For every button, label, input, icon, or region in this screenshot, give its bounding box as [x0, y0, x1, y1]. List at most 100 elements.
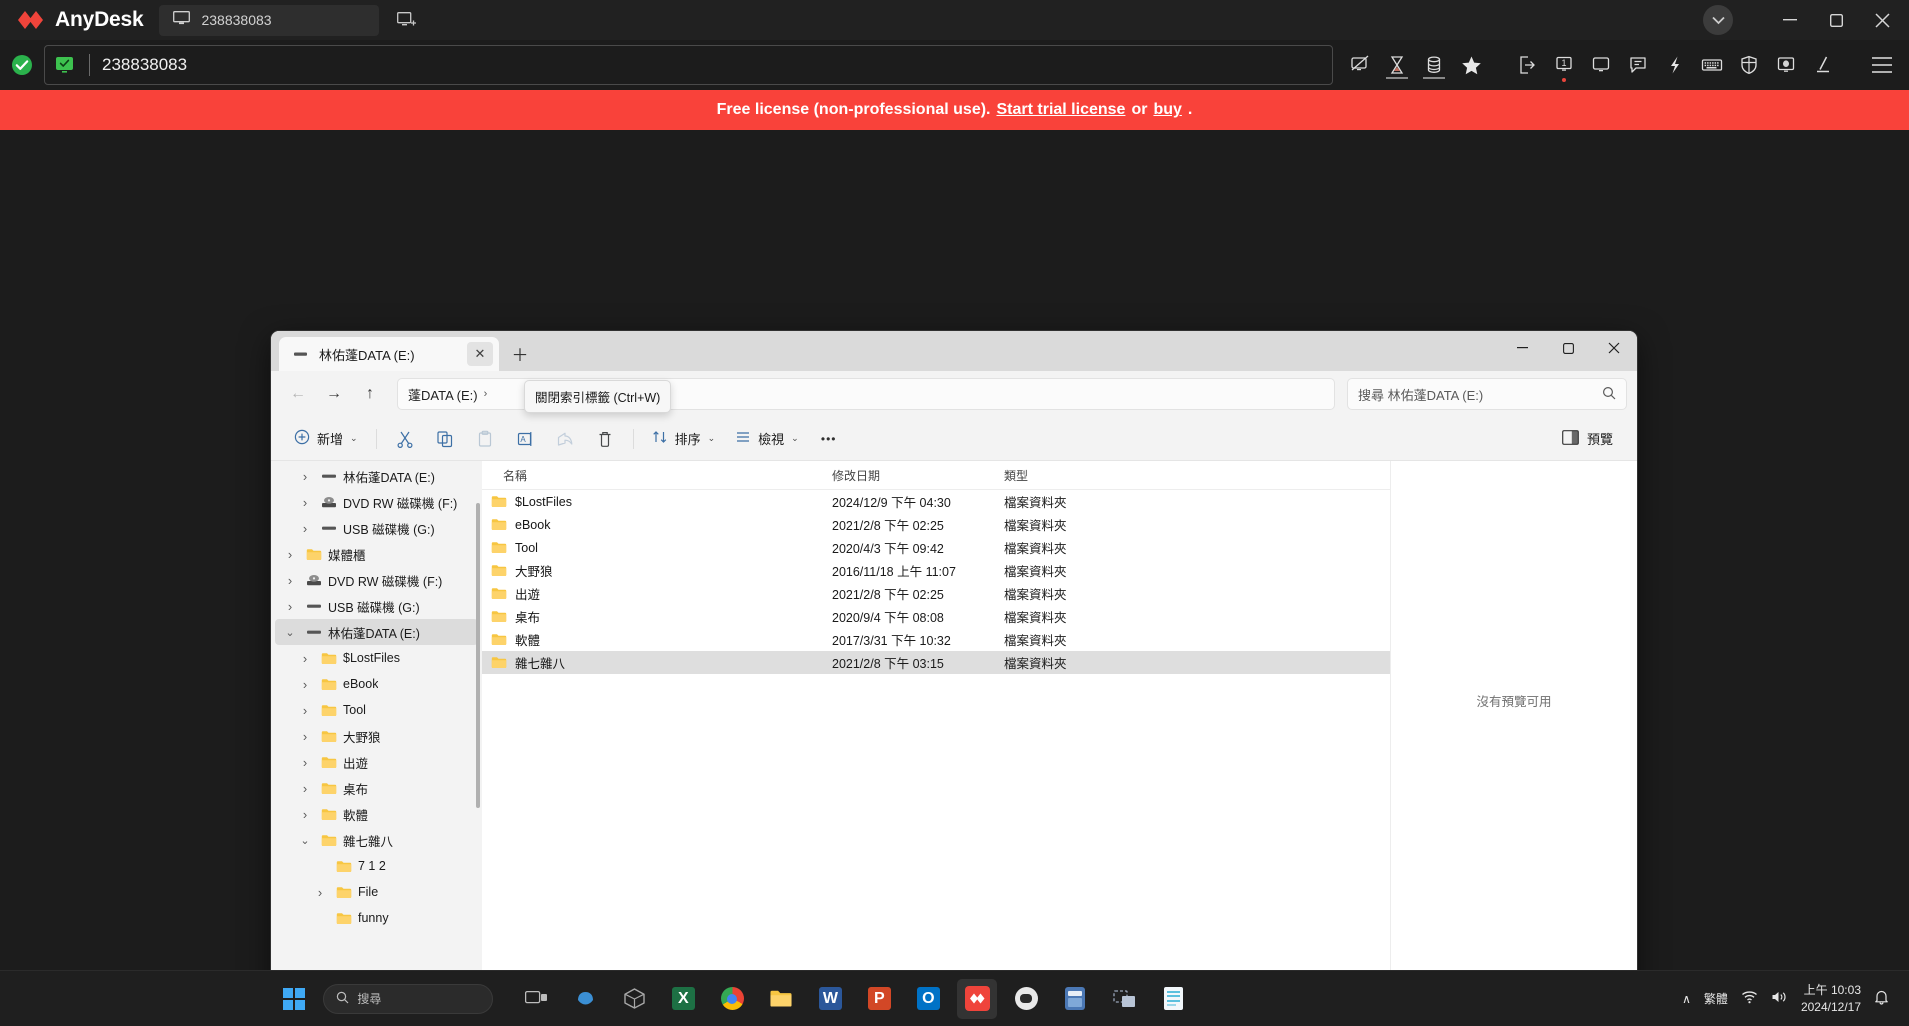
three-d-viewer-icon[interactable] — [614, 979, 654, 1019]
chevron-right-icon[interactable]: › — [296, 469, 314, 484]
explorer-close-button[interactable] — [1591, 331, 1637, 365]
table-row[interactable]: 軟體 2017/3/31 下午 10:32 檔案資料夾 — [482, 628, 1390, 651]
sidebar-item[interactable]: › Tool — [275, 697, 478, 723]
sidebar-item[interactable]: 7 1 2 — [275, 853, 478, 879]
up-button[interactable]: ↑ — [353, 378, 387, 410]
close-tab-button[interactable]: ✕ — [467, 342, 493, 366]
paste-button[interactable] — [466, 423, 504, 455]
navigation-pane[interactable]: › 林佑蓬DATA (E:) › DVD RW 磁碟機 (F:) › USB 磁碟機 (G… — [271, 461, 482, 1023]
whiteboard-pen-icon[interactable] — [1806, 45, 1840, 85]
sidebar-item[interactable]: › 出遊 — [275, 749, 478, 775]
screenshot-icon[interactable] — [1769, 45, 1803, 85]
chevron-right-icon[interactable]: › — [296, 651, 314, 666]
chat-icon[interactable] — [1621, 45, 1655, 85]
sidebar-item[interactable]: › $LostFiles — [275, 645, 478, 671]
new-session-icon[interactable] — [393, 7, 419, 33]
share-button[interactable] — [546, 423, 584, 455]
bolt-icon[interactable] — [1658, 45, 1692, 85]
breadcrumb[interactable]: 蓬DATA (E:) › 關閉索引標籤 (Ctrl+W) — [397, 378, 1335, 413]
table-row[interactable]: 大野狼 2016/11/18 上午 11:07 檔案資料夾 — [482, 559, 1390, 582]
powerpoint-icon[interactable]: P — [859, 979, 899, 1019]
rename-button[interactable]: A — [506, 423, 544, 455]
wifi-icon[interactable] — [1741, 990, 1758, 1007]
more-options-button[interactable]: ••• — [810, 423, 848, 455]
chevron-down-icon[interactable]: ⌄ — [296, 834, 314, 847]
new-button[interactable]: 新增 ⌄ — [285, 423, 367, 455]
column-header-modified[interactable]: 修改日期 — [832, 467, 1004, 484]
anydesk-address-bar[interactable]: 238838083 — [44, 45, 1333, 85]
sidebar-item[interactable]: › 林佑蓬DATA (E:) — [275, 463, 478, 489]
forward-button[interactable]: → — [317, 378, 351, 410]
table-row[interactable]: 出遊 2021/2/8 下午 02:25 檔案資料夾 — [482, 582, 1390, 605]
explorer-tab[interactable]: 林佑蓬DATA (E:) ✕ — [279, 337, 499, 371]
tray-chevron-up-icon[interactable]: ∧ — [1682, 992, 1691, 1006]
menu-icon[interactable] — [1865, 45, 1899, 85]
start-trial-link[interactable]: Start trial license — [996, 101, 1125, 119]
snipping-tool-icon[interactable] — [1104, 979, 1144, 1019]
copy-button[interactable] — [426, 423, 464, 455]
explorer-restore-button[interactable] — [1545, 331, 1591, 365]
chevron-right-icon[interactable]: › — [296, 807, 314, 822]
table-row[interactable]: Tool 2020/4/3 下午 09:42 檔案資料夾 — [482, 536, 1390, 559]
sidebar-item[interactable]: › DVD RW 磁碟機 (F:) — [275, 489, 478, 515]
chevron-right-icon[interactable]: › — [281, 573, 299, 588]
view-button[interactable]: 檢視 ⌄ — [726, 423, 808, 455]
sidebar-item[interactable]: › 桌布 — [275, 775, 478, 801]
chevron-right-icon[interactable]: › — [281, 547, 299, 562]
sidebar-item[interactable]: › USB 磁碟機 (G:) — [275, 593, 478, 619]
chevron-right-icon[interactable]: › — [296, 521, 314, 536]
speaker-icon[interactable] — [1771, 990, 1788, 1007]
sidebar-item[interactable]: › DVD RW 磁碟機 (F:) — [275, 567, 478, 593]
chevron-down-icon[interactable]: ⌄ — [281, 626, 299, 639]
sort-button[interactable]: 排序 ⌄ — [643, 423, 725, 455]
minimize-button[interactable] — [1767, 0, 1813, 40]
chevron-right-icon[interactable]: › — [296, 677, 314, 692]
shield-icon[interactable] — [1732, 45, 1766, 85]
privacy-mode-icon[interactable] — [1343, 45, 1377, 85]
remote-desktop-viewport[interactable]: 林佑蓬DATA (E:) ✕ ＋ ← → ↑ 蓬DATA (E:) › 關閉索引… — [0, 130, 1909, 1026]
delete-button[interactable] — [586, 423, 624, 455]
close-button[interactable] — [1859, 0, 1905, 40]
sidebar-item[interactable]: ⌄ 雜七雜八 — [275, 827, 478, 853]
chrome-icon[interactable] — [712, 979, 752, 1019]
table-row[interactable]: eBook 2021/2/8 下午 02:25 檔案資料夾 — [482, 513, 1390, 536]
preview-pane-toggle[interactable]: 預覽 — [1552, 423, 1623, 455]
task-view-icon[interactable] — [516, 979, 556, 1019]
column-header-type[interactable]: 類型 — [1004, 467, 1164, 484]
windows-start-icon[interactable] — [274, 979, 314, 1019]
star-icon[interactable] — [1454, 45, 1488, 85]
sidebar-item[interactable]: › File — [275, 879, 478, 905]
chevron-down-icon[interactable] — [1703, 5, 1733, 35]
sidebar-item[interactable]: › 軟體 — [275, 801, 478, 827]
clock[interactable]: 上午 10:03 2024/12/17 — [1801, 982, 1861, 1014]
sidebar-item[interactable]: funny — [275, 905, 478, 931]
send-icon[interactable] — [1510, 45, 1544, 85]
chevron-right-icon[interactable]: › — [296, 781, 314, 796]
breadcrumb-current[interactable]: 蓬DATA (E:) — [408, 385, 478, 404]
database-icon[interactable] — [1417, 45, 1451, 85]
hourglass-icon[interactable] — [1380, 45, 1414, 85]
chevron-right-icon[interactable]: › — [296, 755, 314, 770]
table-row[interactable]: 雜七雜八 2021/2/8 下午 03:15 檔案資料夾 — [482, 651, 1390, 674]
calculator-icon[interactable] — [1055, 979, 1095, 1019]
sidebar-item[interactable]: › eBook — [275, 671, 478, 697]
table-row[interactable]: $LostFiles 2024/12/9 下午 04:30 檔案資料夾 — [482, 490, 1390, 513]
explorer-minimize-button[interactable] — [1499, 331, 1545, 365]
ime-indicator[interactable]: 繁體 — [1704, 990, 1728, 1007]
notepad-icon[interactable] — [1153, 979, 1193, 1019]
chevron-right-icon[interactable]: › — [311, 885, 329, 900]
taskbar-search-input[interactable]: 搜尋 — [323, 983, 494, 1014]
sidebar-item[interactable]: › 大野狼 — [275, 723, 478, 749]
chevron-right-icon[interactable]: › — [281, 599, 299, 614]
copilot-icon[interactable] — [565, 979, 605, 1019]
new-tab-button[interactable]: ＋ — [505, 338, 535, 368]
maximize-button[interactable] — [1813, 0, 1859, 40]
word-icon[interactable]: W — [810, 979, 850, 1019]
bell-icon[interactable] — [1874, 989, 1889, 1008]
outlook-icon[interactable]: O — [908, 979, 948, 1019]
anydesk-session-tab[interactable]: 238838083 — [159, 4, 380, 36]
sidebar-item[interactable]: › 媒體櫃 — [275, 541, 478, 567]
excel-icon[interactable]: X — [663, 979, 703, 1019]
cut-button[interactable] — [386, 423, 424, 455]
buy-link[interactable]: buy — [1153, 101, 1181, 119]
